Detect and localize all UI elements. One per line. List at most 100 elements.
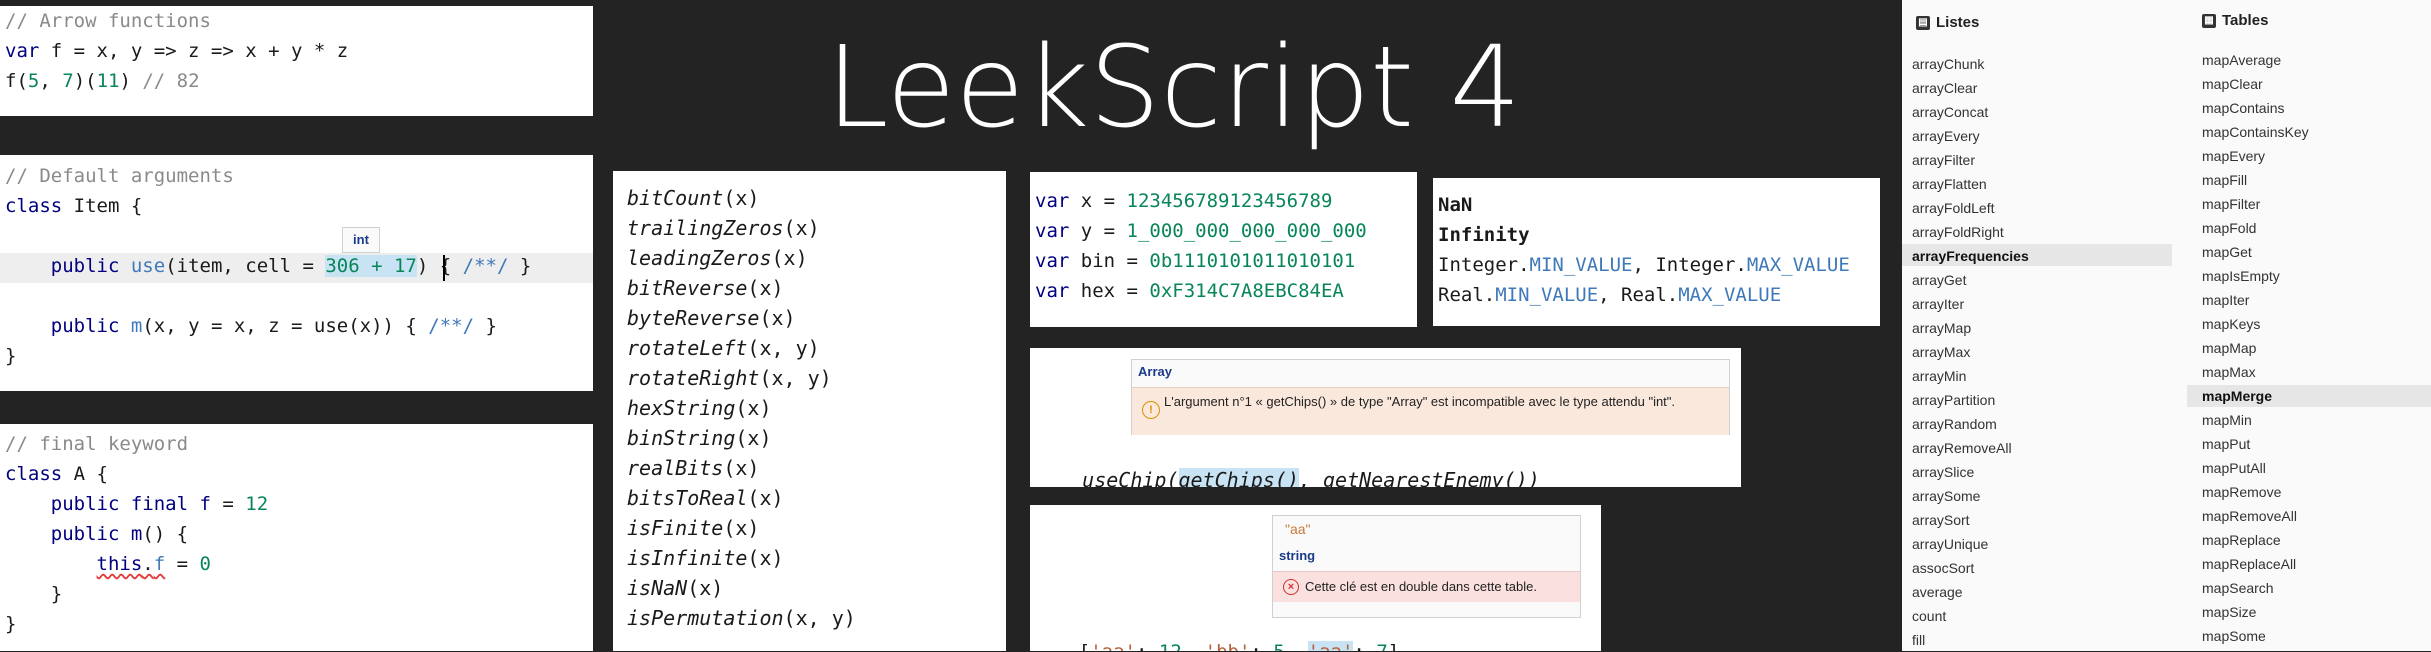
tables-item-mapget[interactable]: mapGet <box>2202 240 2309 264</box>
bit-function-item[interactable]: leadingZeros(x) <box>627 243 808 273</box>
listes-item-arrayconcat[interactable]: arrayConcat <box>1912 100 2029 124</box>
tables-item-mapmin[interactable]: mapMin <box>2202 408 2309 432</box>
tables-list: mapAverage mapClear mapContains mapContains… <box>2202 48 2309 648</box>
bit-function-item[interactable]: rotateLeft(x, y) <box>627 333 820 363</box>
tables-item-mapaverage[interactable]: mapAverage <box>2202 48 2309 72</box>
numbers-panel: var x = 123456789123456789 var y = 1_000_… <box>1030 172 1417 327</box>
listes-item-arrayrandom[interactable]: arrayRandom <box>1912 412 2029 436</box>
final-line: } <box>5 609 16 639</box>
tables-item-mapmax[interactable]: mapMax <box>2202 360 2309 384</box>
listes-item-arrayfilter[interactable]: arrayFilter <box>1912 148 2029 172</box>
listes-item-arrayunique[interactable]: arrayUnique <box>1912 532 2029 556</box>
tables-item-mapisempty[interactable]: mapIsEmpty <box>2202 264 2309 288</box>
bit-function-item[interactable]: binString(x) <box>627 423 772 453</box>
code-token: , Real. <box>1598 284 1679 306</box>
tables-item-mapremoveall[interactable]: mapRemoveAll <box>2202 504 2309 528</box>
tables-item-mapmerge[interactable]: mapMerge <box>2202 384 2309 408</box>
tables-item-mapremove[interactable]: mapRemove <box>2202 480 2309 504</box>
listes-item-arraymax[interactable]: arrayMax <box>1912 340 2029 364</box>
final-line: class A { <box>5 459 108 489</box>
bit-function-item[interactable]: rotateRight(x, y) <box>627 363 832 393</box>
table-icon: ▦ <box>2202 14 2216 29</box>
listes-item-arrayfoldleft[interactable]: arrayFoldLeft <box>1912 196 2029 220</box>
listes-item-arrayget[interactable]: arrayGet <box>1912 268 2029 292</box>
tables-item-mapfill[interactable]: mapFill <box>2202 168 2309 192</box>
bit-function-item[interactable]: bitCount(x) <box>627 183 759 213</box>
listes-item-arrayremoveall[interactable]: arrayRemoveAll <box>1912 436 2029 460</box>
code-token: NaN <box>1438 194 1473 216</box>
code-token: f <box>153 553 166 575</box>
tables-item-mapmap[interactable]: mapMap <box>2202 336 2309 360</box>
listes-item-arraysort[interactable]: arraySort <box>1912 508 2029 532</box>
type-error-code[interactable]: useChip(getChips(), getNearestEnemy()) <box>1034 435 1540 487</box>
arrow-line: var f = x, y => z => x + y * z <box>5 36 348 66</box>
function-name: binString <box>627 426 736 450</box>
bit-function-item[interactable]: isInfinite(x) <box>627 543 784 573</box>
tables-item-mapput[interactable]: mapPut <box>2202 432 2309 456</box>
tables-item-mapreplaceall[interactable]: mapReplaceAll <box>2202 552 2309 576</box>
key-bb: 'bb' <box>1205 641 1251 651</box>
bit-function-item[interactable]: bitReverse(x) <box>627 273 784 303</box>
bit-function-item[interactable]: realBits(x) <box>627 453 759 483</box>
listes-item-arraymin[interactable]: arrayMin <box>1912 364 2029 388</box>
code-token: Item { <box>62 195 143 217</box>
listes-item-arrayclear[interactable]: arrayClear <box>1912 76 2029 100</box>
type-error-panel: Array ! L'argument n°1 « getChips() » de… <box>1030 348 1741 487</box>
tables-item-mapfilter[interactable]: mapFilter <box>2202 192 2309 216</box>
tables-item-mapsearch[interactable]: mapSearch <box>2202 576 2309 600</box>
numbers-line: var hex = 0xF314C7A8EBC84EA <box>1035 276 1344 306</box>
tables-item-mapreplace[interactable]: mapReplace <box>2202 528 2309 552</box>
listes-header[interactable]: ▤ Listes <box>1916 14 1979 31</box>
tables-item-mapcontainskey[interactable]: mapContainsKey <box>2202 120 2309 144</box>
bit-function-item[interactable]: hexString(x) <box>627 393 772 423</box>
tables-item-mapevery[interactable]: mapEvery <box>2202 144 2309 168</box>
listes-item-arrayevery[interactable]: arrayEvery <box>1912 124 2029 148</box>
bit-function-item[interactable]: bitsToReal(x) <box>627 483 784 513</box>
code-token: A { <box>62 463 108 485</box>
duplicate-key-code[interactable]: ['aa': 12, 'bb': 5, 'aa': 7] <box>1033 607 1399 651</box>
tables-item-mapiter[interactable]: mapIter <box>2202 288 2309 312</box>
function-args: (x) <box>687 576 724 600</box>
tables-item-mapkeys[interactable]: mapKeys <box>2202 312 2309 336</box>
bit-function-item[interactable]: isFinite(x) <box>627 513 759 543</box>
code-token: MAX_VALUE <box>1746 254 1850 276</box>
bit-function-item[interactable]: isPermutation(x, y) <box>627 603 856 633</box>
listes-item-arrayiter[interactable]: arrayIter <box>1912 292 2029 316</box>
bit-function-item[interactable]: isNaN(x) <box>627 573 723 603</box>
bit-function-item[interactable]: trailingZeros(x) <box>627 213 820 243</box>
listes-item-count[interactable]: count <box>1912 604 2029 628</box>
final-line: } <box>5 579 62 609</box>
tables-item-mapclear[interactable]: mapClear <box>2202 72 2309 96</box>
tables-item-mapfold[interactable]: mapFold <box>2202 216 2309 240</box>
listes-item-arraypartition[interactable]: arrayPartition <box>1912 388 2029 412</box>
listes-item-arrayflatten[interactable]: arrayFlatten <box>1912 172 2029 196</box>
tables-item-mapputall[interactable]: mapPutAll <box>2202 456 2309 480</box>
code-token: (item, cell = <box>165 255 326 277</box>
listes-item-fill[interactable]: fill <box>1912 628 2029 652</box>
type-tooltip: int <box>342 227 380 253</box>
code-token: y = <box>1069 220 1127 242</box>
tooltip-error-box: × Cette clé est en double dans cette tab… <box>1273 571 1580 602</box>
code-token: var <box>1035 220 1070 242</box>
tables-header[interactable]: ▦ Tables <box>2202 12 2268 29</box>
listes-item-arraysome[interactable]: arraySome <box>1912 484 2029 508</box>
listes-item-arrayslice[interactable]: arraySlice <box>1912 460 2029 484</box>
listes-item-arrayfoldright[interactable]: arrayFoldRight <box>1912 220 2029 244</box>
tables-item-mapcontains[interactable]: mapContains <box>2202 96 2309 120</box>
tables-item-mapsome[interactable]: mapSome <box>2202 624 2309 648</box>
bit-functions-panel: bitCount(x) trailingZeros(x) leadingZeros(… <box>613 171 1006 651</box>
bit-function-item[interactable]: byteReverse(x) <box>627 303 796 333</box>
code-token: m <box>130 315 143 337</box>
function-args: (x) <box>723 516 760 540</box>
listes-item-assocsort[interactable]: assocSort <box>1912 556 2029 580</box>
type-error-tooltip: Array ! L'argument n°1 « getChips() » de… <box>1131 359 1730 435</box>
tables-item-mapsize[interactable]: mapSize <box>2202 600 2309 624</box>
listes-item-arraymap[interactable]: arrayMap <box>1912 316 2029 340</box>
listes-item-arrayfrequencies[interactable]: arrayFrequencies <box>1912 244 2029 268</box>
code-token: /**/ <box>462 255 509 277</box>
listes-item-arraychunk[interactable]: arrayChunk <box>1912 52 2029 76</box>
code-token: this <box>96 553 143 575</box>
listes-item-average[interactable]: average <box>1912 580 2029 604</box>
